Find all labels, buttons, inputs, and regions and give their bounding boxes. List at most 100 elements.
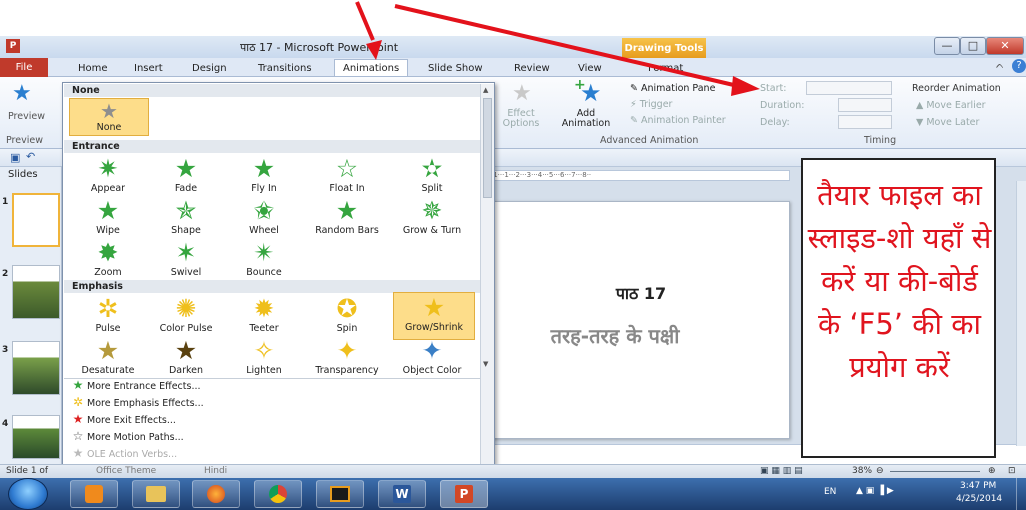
zoom-out-icon[interactable]: ⊖ [876,466,884,476]
effect-darken[interactable]: ★ Darken [147,336,225,382]
chrome-taskbar-icon[interactable] [254,480,302,508]
tab-review[interactable]: Review [514,60,550,77]
minimize-button[interactable]: — [934,37,960,55]
effect-desaturate[interactable]: ★ Desaturate [69,336,147,382]
powerpoint-app-icon[interactable]: P [6,39,20,53]
word-taskbar-icon[interactable]: W [378,480,426,508]
slide-title[interactable]: पाठ 17 [491,282,791,304]
slide-subtitle[interactable]: तरह-तरह के पक्षी [485,322,745,349]
effect-appear[interactable]: ✷ Appear [69,154,147,200]
effect-color-pulse[interactable]: ✺ Color Pulse [147,294,225,340]
effect-options-button[interactable]: Effect Options [498,109,544,129]
maximize-button[interactable]: □ [960,37,986,55]
tab-insert[interactable]: Insert [134,60,163,77]
clock-date[interactable]: 4/25/2014 [956,494,1002,504]
zoom-slider[interactable] [890,471,980,472]
start-dropdown[interactable] [806,81,892,95]
language-status[interactable]: Hindi [204,466,227,476]
outlook-taskbar-icon[interactable] [70,480,118,508]
start-button[interactable] [8,478,48,510]
effect-none[interactable]: ★ None [69,98,149,136]
help-icon[interactable]: ? [1012,59,1026,73]
more-motion-paths[interactable]: ☆ More Motion Paths... [69,428,184,445]
explorer-taskbar-icon[interactable] [132,480,180,508]
close-button[interactable]: ✕ [986,37,1024,55]
tab-slide-show[interactable]: Slide Show [428,60,483,77]
more-label: More Emphasis Effects... [87,398,204,409]
effect-float-in[interactable]: ☆ Float In [308,154,386,200]
gallery-scrollbar[interactable]: ▲ ▼ [480,84,494,464]
tab-file[interactable]: File [0,58,48,77]
zoom-level[interactable]: 38% [852,466,872,476]
tab-view[interactable]: View [578,60,602,77]
tab-transitions[interactable]: Transitions [258,60,312,77]
effect-grow-turn[interactable]: ✵ Grow & Turn [393,196,471,242]
effect-label: Grow/Shrink [405,322,463,333]
preview-button[interactable]: Preview [8,111,45,122]
effect-fly-in[interactable]: ★ Fly In [225,154,303,200]
zoom-in-icon[interactable]: ⊕ [988,466,996,476]
effect-teeter[interactable]: ✹ Teeter [225,294,303,340]
tray-icons[interactable]: ▲ ▣ ▐ ▶ [856,486,894,496]
view-buttons[interactable]: ▣ ▦ ▥ ▤ [760,466,803,476]
slide-thumbnail-1[interactable] [12,193,60,247]
trigger-label: Trigger [639,99,673,110]
tab-format[interactable]: Format [648,60,683,77]
clock-time[interactable]: 3:47 PM [960,481,996,491]
effect-label: Swivel [170,267,202,278]
effect-transparency[interactable]: ✦ Transparency [308,336,386,382]
input-language[interactable]: EN [824,487,836,497]
slides-pane-header[interactable]: Slides [8,169,38,180]
delay-stepper[interactable] [838,115,892,129]
more-emphasis-effects[interactable]: ✲ More Emphasis Effects... [69,394,204,411]
theme-name[interactable]: Office Theme [96,466,156,476]
show-desktop-button[interactable] [1016,478,1026,510]
undo-icon[interactable]: ↶ [26,150,35,163]
tab-home[interactable]: Home [78,60,108,77]
effect-wheel[interactable]: ✬ Wheel [225,196,303,242]
effect-lighten[interactable]: ✧ Lighten [225,336,303,382]
media-player-taskbar-icon[interactable] [316,480,364,508]
effect-random-bars[interactable]: ★ Random Bars [308,196,386,242]
slide-thumbnail-2[interactable] [12,265,60,319]
effect-shape[interactable]: ✯ Shape [147,196,225,242]
more-entrance-effects[interactable]: ★ More Entrance Effects... [69,377,201,394]
effect-object-color[interactable]: ✦ Object Color [393,336,471,382]
firefox-taskbar-icon[interactable] [192,480,240,508]
more-exit-effects[interactable]: ★ More Exit Effects... [69,411,176,428]
trigger-button[interactable]: ⚡ Trigger [630,99,672,110]
vertical-scrollbar[interactable] [1016,181,1026,446]
effect-swivel[interactable]: ✶ Swivel [147,238,225,284]
animation-pane-button[interactable]: ✎ Animation Pane [630,83,715,94]
effect-bounce[interactable]: ✴ Bounce [225,238,303,284]
tab-animations[interactable]: Animations [334,59,409,76]
ole-action-verbs[interactable]: ★ OLE Action Verbs... [69,445,178,462]
animation-painter-button[interactable]: ✎ Animation Painter [630,115,726,126]
effect-zoom[interactable]: ✸ Zoom [69,238,147,284]
slide-thumbnail-4[interactable] [12,415,60,459]
duration-stepper[interactable] [838,98,892,112]
add-animation-button[interactable]: Add Animation [560,109,612,129]
powerpoint-taskbar-icon[interactable]: P [440,480,488,508]
fit-to-window-icon[interactable]: ⊡ [1008,466,1016,476]
effect-wipe[interactable]: ★ Wipe [69,196,147,242]
effect-fade[interactable]: ★ Fade [147,154,225,200]
slide-thumbnail-3[interactable] [12,341,60,395]
effect-pulse[interactable]: ✲ Pulse [69,294,147,340]
scroll-thumb[interactable] [483,98,492,198]
wheel-star-icon: ✬ [253,196,275,225]
move-later-button[interactable]: ▼ Move Later [916,117,979,128]
scroll-down-icon[interactable]: ▼ [483,360,492,369]
effect-split[interactable]: ✫ Split [393,154,471,200]
preview-star-icon[interactable]: ★ [12,81,32,106]
effect-spin[interactable]: ✪ Spin [308,294,386,340]
scroll-up-icon[interactable]: ▲ [483,86,492,95]
save-icon[interactable]: ▣ [10,151,20,164]
more-label: More Exit Effects... [87,415,176,426]
move-earlier-button[interactable]: ▲ Move Earlier [916,100,986,111]
minimize-ribbon-icon[interactable]: ᨈ [996,60,1005,71]
current-slide[interactable]: पाठ 17 तरह-तरह के पक्षी [490,201,790,439]
appear-star-icon: ✷ [97,154,119,183]
effect-grow-shrink[interactable]: ★ Grow/Shrink [393,292,475,340]
tab-design[interactable]: Design [192,60,227,77]
